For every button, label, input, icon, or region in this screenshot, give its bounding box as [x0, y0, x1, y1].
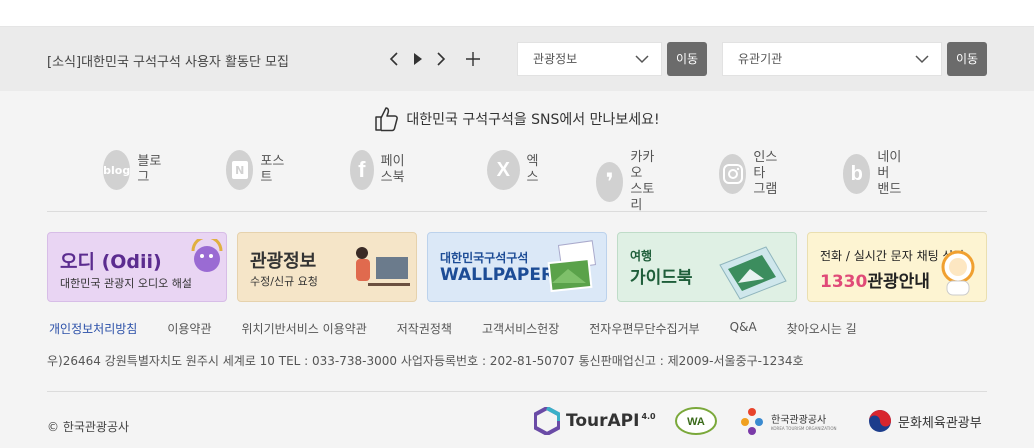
odii-character-icon — [191, 239, 223, 272]
banner-title: 대한민국구석구석 — [440, 251, 529, 265]
banner-1330-tour-info[interactable]: 전화 / 실시간 문자 채팅 상담 1330관광안내 — [807, 232, 987, 302]
wallpaper-photos-icon — [547, 240, 597, 293]
sns-kakaostory-link[interactable]: ❜ 카카오 스토리 — [596, 150, 655, 214]
sns-x-link[interactable]: X 엑스 — [487, 150, 546, 190]
banner-title: 오디 (Odii) — [60, 251, 162, 273]
chevron-down-icon — [915, 55, 929, 64]
wa-certification-logo: WA — [674, 405, 718, 437]
banner-title: 관광정보 — [250, 251, 317, 272]
banner-tour-info-request[interactable]: 관광정보 수정/신규 요청 — [237, 232, 417, 302]
qna-link[interactable]: Q&A — [730, 320, 757, 337]
sns-label: 페이스북 — [380, 154, 405, 185]
tourapi-logo-text: TourAPI — [566, 411, 640, 431]
sns-title-text: 대한민국 구석구석을 SNS에서 만나보세요! — [406, 112, 660, 128]
tourapi-version: 4.0 — [641, 411, 656, 421]
sns-band-link[interactable]: b 네이버 밴드 — [843, 150, 902, 198]
sns-post-link[interactable]: N 포스트 — [226, 150, 285, 190]
company-address: 우)26464 강원특별자치도 원주시 세계로 10 TEL : 033-738… — [47, 354, 804, 368]
copyright-policy-link[interactable]: 저작권정책 — [397, 320, 452, 337]
banner-wallpaper[interactable]: 대한민국구석구석 WALLPAPER — [427, 232, 607, 302]
email-refusal-link[interactable]: 전자우편무단수집거부 — [589, 320, 699, 337]
banner-1330-text: 관광안내 — [867, 272, 930, 292]
kto-emblem-icon — [741, 408, 763, 435]
hexagon-logo-icon — [534, 407, 560, 435]
band-icon: b — [843, 154, 871, 194]
sns-facebook-link[interactable]: f 페이스북 — [350, 150, 409, 190]
thumbs-up-icon — [375, 107, 399, 132]
chevron-right-icon[interactable] — [431, 49, 451, 69]
facebook-icon: f — [350, 150, 374, 190]
news-bar: [소식]대한민국 구석구석 사용자 활동단 모집 관광정보 이동 유관기관 이동 — [0, 27, 1034, 91]
banner-subtitle: WALLPAPER — [440, 265, 555, 285]
kakaostory-icon: ❜ — [596, 162, 624, 202]
plus-icon[interactable] — [463, 49, 483, 69]
instagram-icon — [719, 154, 747, 194]
sns-label: 인스타 그램 — [753, 150, 778, 197]
guidebook-icon — [719, 246, 787, 300]
footer-links: 개인정보처리방침 이용약관 위치기반서비스 이용약관 저작권정책 고객서비스헌장… — [49, 320, 887, 337]
banner-subtitle: 대한민국 관광지 오디오 해설 — [60, 277, 192, 290]
banner-1330-number: 1330 — [820, 272, 868, 292]
play-icon[interactable] — [408, 49, 428, 69]
tourism-info-select-value: 관광정보 — [533, 52, 578, 66]
sns-label: 카카오 스토리 — [630, 150, 655, 213]
divider — [47, 391, 987, 392]
banner-subtitle: 수정/신규 요청 — [250, 275, 318, 288]
kto-logo-subtext: KOREA TOURISM ORGANIZATION — [771, 426, 837, 431]
taegeuk-icon — [869, 410, 891, 432]
chevron-left-icon[interactable] — [384, 49, 404, 69]
x-icon: X — [487, 150, 520, 190]
news-headline[interactable]: [소식]대한민국 구석구석 사용자 활동단 모집 — [47, 51, 289, 70]
sns-label: 블로그 — [137, 154, 162, 185]
top-strip — [0, 0, 1034, 27]
copyright: © 한국관광공사 — [47, 420, 130, 434]
post-icon: N — [226, 150, 254, 190]
kto-logo-text: 한국관광공사 — [771, 415, 827, 426]
mcst-logo: 문화체육관광부 — [868, 405, 982, 437]
chevron-down-icon — [635, 55, 649, 64]
divider — [47, 211, 987, 212]
terms-link[interactable]: 이용약관 — [167, 320, 211, 337]
privacy-policy-link[interactable]: 개인정보처리방침 — [49, 320, 137, 337]
sns-blog-link[interactable]: blog 블로그 — [103, 150, 162, 190]
tourapi-logo[interactable]: TourAPI 4.0 — [534, 405, 656, 437]
banner-guidebook[interactable]: 여행 가이드북 — [617, 232, 797, 302]
banner-subtitle: 가이드북 — [630, 268, 693, 288]
computer-user-illustration — [356, 247, 410, 286]
banner-odii[interactable]: 오디 (Odii) 대한민국 관광지 오디오 해설 — [47, 232, 227, 302]
tourism-info-select[interactable]: 관광정보 — [517, 42, 662, 76]
sns-label: 엑스 — [526, 154, 539, 185]
kto-logo: 한국관광공사 KOREA TOURISM ORGANIZATION — [739, 405, 836, 437]
astronaut-mascot-icon — [941, 250, 975, 296]
sns-label: 포스트 — [260, 154, 285, 185]
related-org-select[interactable]: 유관기관 — [722, 42, 942, 76]
sns-label: 네이버 밴드 — [877, 150, 902, 197]
mcst-logo-text: 문화체육관광부 — [898, 415, 982, 431]
wa-logo-text: WA — [687, 416, 705, 428]
sns-title: 대한민국 구석구석을 SNS에서 만나보세요! — [0, 106, 1034, 132]
related-org-go-button[interactable]: 이동 — [947, 42, 987, 76]
sns-instagram-link[interactable]: 인스타 그램 — [719, 150, 778, 198]
tourism-info-go-button[interactable]: 이동 — [667, 42, 707, 76]
location-terms-link[interactable]: 위치기반서비스 이용약관 — [242, 320, 367, 337]
banner-title: 여행 — [630, 249, 653, 263]
blog-icon: blog — [103, 150, 131, 190]
customer-charter-link[interactable]: 고객서비스헌장 — [482, 320, 559, 337]
related-org-select-value: 유관기관 — [738, 52, 783, 66]
banner-subtitle: 1330관광안내 — [820, 267, 930, 292]
directions-link[interactable]: 찾아오시는 길 — [787, 320, 857, 337]
